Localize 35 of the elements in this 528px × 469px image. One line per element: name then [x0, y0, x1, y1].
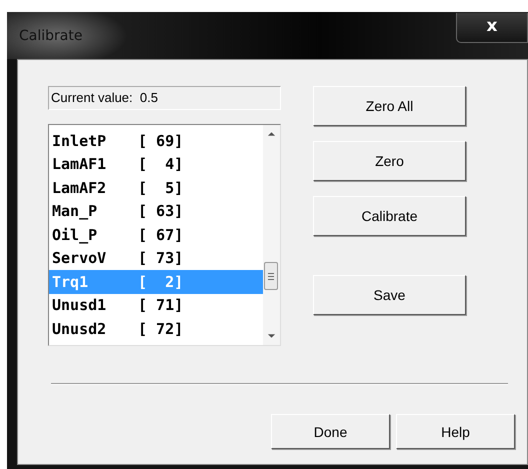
channel-name: Unusd2	[52, 320, 108, 338]
channel-name: ServoV	[52, 249, 108, 268]
channel-value: [ 72]	[138, 320, 184, 338]
list-item[interactable]: LamAF2 [ 5]	[49, 176, 263, 200]
channel-value: [ 2]	[138, 272, 184, 291]
list-item[interactable]: LamAF1 [ 4]	[49, 152, 263, 176]
channel-value: [ 71]	[138, 296, 184, 314]
channel-name: LamAF1	[52, 155, 108, 174]
list-item[interactable]: Unusd2 [ 72]	[49, 317, 263, 340]
channel-name: Trq1	[52, 272, 90, 291]
channel-value: [ 67]	[138, 226, 184, 244]
channel-name: Oil_P	[52, 226, 98, 244]
list-item[interactable]: ServoV [ 73]	[49, 246, 263, 270]
window-title: Calibrate	[19, 28, 82, 44]
channel-value: [ 63]	[138, 202, 184, 220]
channel-name: LamAF2	[52, 178, 108, 197]
action-button[interactable]: Save	[313, 275, 466, 315]
action-button[interactable]: Zero	[313, 141, 466, 181]
action-button[interactable]: Calibrate	[313, 196, 466, 236]
channel-value: [ 5]	[138, 178, 184, 197]
list-item[interactable]: Man_P [ 63]	[49, 200, 263, 223]
channel-name: InletP	[52, 132, 108, 150]
current-value-field: Current value: 0.5	[48, 86, 281, 110]
channel-value: [ 4]	[138, 155, 184, 174]
dialog-button[interactable]: Help	[396, 414, 515, 449]
channel-value: [ 69]	[138, 132, 184, 150]
action-button[interactable]: Zero All	[313, 86, 466, 126]
channel-name: Unusd1	[52, 296, 108, 314]
list-item[interactable]: InletP [ 69]	[49, 129, 263, 152]
close-button[interactable]: x	[456, 12, 528, 42]
list-item[interactable]: Oil_P [ 67]	[49, 223, 263, 246]
channel-value: [ 73]	[138, 249, 184, 268]
dialog-button[interactable]: Done	[271, 414, 390, 449]
channel-name: Man_P	[52, 202, 98, 220]
list-item[interactable]: Unusd1 [ 71]	[49, 294, 263, 317]
